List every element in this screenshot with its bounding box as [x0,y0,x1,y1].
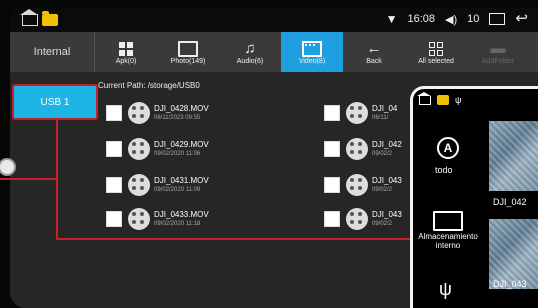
phone-sidebar: A todo Almacenamiento interno ψ [413,119,483,308]
apk-filter-label: Apk(0) [115,57,137,65]
file-toolbar: Internal Apk(0) Photo(149) ♫ Audio(6) Vi… [10,32,538,72]
phone-overlay: ψ A todo Almacenamiento interno ψ DJI_04… [410,86,538,308]
volume-level: 10 [467,13,480,25]
file-date: 09/02/2 [372,187,393,193]
file-item[interactable]: DJI_043 09/02/2 [324,208,402,230]
all-files-label: todo [435,165,453,175]
file-checkbox[interactable] [106,141,122,157]
file-item[interactable]: DJI_0431.MOV 09/02/2020 11:09 [106,174,209,196]
file-date: 06/11/ [372,115,389,121]
device-side-knob [0,160,14,174]
file-item[interactable]: DJI_0429.MOV 09/02/2020 11:06 [106,138,209,160]
file-checkbox[interactable] [324,105,340,121]
file-checkbox[interactable] [324,141,340,157]
file-name: DJI_0433.MOV [154,210,209,219]
video-filter-label: Video(8) [298,57,326,65]
wifi-icon: ▼ [385,12,398,26]
film-reel-icon [346,174,368,196]
file-name: DJI_043 [372,210,402,219]
photo-label: DJI_043 [493,279,527,289]
file-item[interactable]: DJI_04 06/11/ [324,102,397,124]
photo-filter-label: Photo(149) [170,57,206,65]
select-all-button[interactable]: All selected [405,32,467,72]
internal-storage-tab[interactable]: Internal [10,32,95,72]
select-all-icon [429,41,443,56]
photo-icon [178,40,198,57]
file-checkbox[interactable] [106,211,122,227]
film-reel-icon [128,138,150,160]
internal-storage-icon[interactable] [433,211,463,231]
back-arrow-icon: ← [366,39,382,57]
internal-storage-label: Internal [33,46,71,58]
file-name: DJI_043 [372,176,402,185]
video-icon [302,40,322,57]
file-date: 09/02/2020 11:06 [154,151,201,157]
volume-icon[interactable]: ◀) [445,13,457,26]
add-folder-label: AddFolder [481,57,515,65]
film-reel-icon [346,138,368,160]
file-date: 06/11/2023 09:55 [154,115,201,121]
file-checkbox[interactable] [106,105,122,121]
status-right: ▼ 16:08 ◀) 10 ↩ [385,11,528,26]
video-filter-button[interactable]: Video(8) [281,32,343,72]
film-reel-icon [346,102,368,124]
back-icon[interactable]: ↩ [515,11,528,26]
callout-line [56,118,58,240]
phone-home-icon [417,91,431,105]
back-button-label: Back [366,57,382,65]
add-folder-button[interactable]: ▬ AddFolder [467,32,529,72]
file-name: DJI_0428.MOV [154,104,209,113]
usb-icon[interactable]: ψ [439,279,452,300]
file-item[interactable]: DJI_0428.MOV 06/11/2023 09:55 [106,102,209,124]
music-note-icon: ♫ [244,39,256,57]
usb-drive-label: USB 1 [40,96,70,108]
file-date: 09/02/2020 11:18 [154,221,201,227]
file-item[interactable]: DJI_042 09/02/2 [324,138,402,160]
file-name: DJI_04 [372,104,398,113]
film-reel-icon [128,208,150,230]
back-button[interactable]: ← Back [343,32,405,72]
file-checkbox[interactable] [324,211,340,227]
photo-thumbnail[interactable] [489,121,538,191]
status-bar: ▼ 16:08 ◀) 10 ↩ [10,8,538,32]
phone-folder-icon [437,95,449,105]
phone-usb-status-icon: ψ [455,95,462,105]
apk-grid-icon [119,41,133,56]
callout-line [0,178,58,180]
file-item[interactable]: DJI_0433.MOV 09/02/2020 11:18 [106,208,209,230]
file-date: 09/02/2 [372,221,393,227]
file-date: 09/02/2020 11:09 [154,187,201,193]
file-name: DJI_0429.MOV [154,140,209,149]
folder-icon [42,11,58,26]
file-checkbox[interactable] [324,177,340,193]
film-reel-icon [128,174,150,196]
photo-label: DJI_042 [493,197,527,207]
clock: 16:08 [407,13,436,25]
usb-drive-button[interactable]: USB 1 [12,84,98,120]
film-reel-icon [128,102,150,124]
file-item[interactable]: DJI_043 09/02/2 [324,174,402,196]
photo-filter-button[interactable]: Photo(149) [157,32,219,72]
recent-apps-icon[interactable] [489,13,506,25]
home-icon[interactable] [20,9,38,26]
file-date: 09/02/2 [372,151,393,157]
current-path: Current Path: /storage/USB0 [98,81,200,90]
apk-filter-button[interactable]: Apk(0) [95,32,157,72]
internal-storage-label: Almacenamiento interno [418,232,478,250]
add-folder-icon: ▬ [490,39,506,57]
all-files-icon[interactable]: A [437,137,459,159]
audio-filter-button[interactable]: ♫ Audio(6) [219,32,281,72]
audio-filter-label: Audio(6) [236,57,264,65]
callout-line [56,238,428,240]
file-name: DJI_0431.MOV [154,176,209,185]
phone-status-bar: ψ [417,91,462,105]
head-unit-device: ▼ 16:08 ◀) 10 ↩ Internal Apk(0) Photo(14… [0,0,538,308]
file-checkbox[interactable] [106,177,122,193]
select-all-label: All selected [418,57,454,65]
film-reel-icon [346,208,368,230]
file-name: DJI_042 [372,140,402,149]
